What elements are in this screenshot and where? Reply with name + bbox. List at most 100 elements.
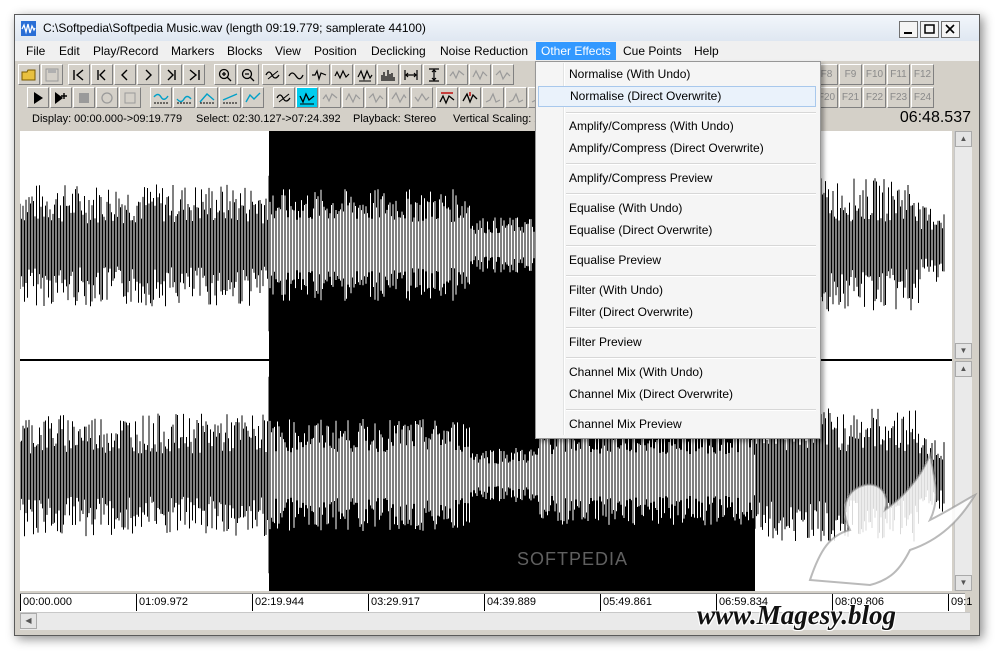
- step-back-big-button[interactable]: [91, 64, 113, 85]
- disabled-tool-3-button[interactable]: [492, 64, 514, 85]
- scrub-button[interactable]: [273, 87, 295, 108]
- fade-in-button[interactable]: [150, 87, 172, 108]
- menu-position[interactable]: Position: [309, 42, 362, 60]
- wave-disabled-5-icon: [345, 92, 361, 104]
- disabled-tool-1-button[interactable]: [446, 64, 468, 85]
- disabled-tool-7-button[interactable]: [388, 87, 410, 108]
- go-end-button[interactable]: [183, 64, 205, 85]
- vertical-fit-button[interactable]: [423, 64, 445, 85]
- scroll-left-button[interactable]: ◀: [20, 613, 37, 629]
- active-tool-button[interactable]: [296, 87, 318, 108]
- mark-click-icon: [462, 92, 478, 104]
- time-label: 09:1: [951, 596, 973, 608]
- spectrum-button[interactable]: [377, 64, 399, 85]
- disabled-tool-9-button[interactable]: [482, 87, 504, 108]
- go-start-button[interactable]: [68, 64, 90, 85]
- play-button[interactable]: [27, 87, 49, 108]
- marker-tool-2-button[interactable]: [331, 64, 353, 85]
- menu-other-effects[interactable]: Other Effects: [536, 42, 616, 60]
- step-forward-big-button[interactable]: [160, 64, 182, 85]
- disabled-tool-8-button[interactable]: [411, 87, 433, 108]
- menu-cue-points[interactable]: Cue Points: [618, 42, 687, 60]
- fkey-f9[interactable]: F9: [839, 64, 862, 85]
- fkey-f21[interactable]: F21: [839, 87, 862, 108]
- crossfade-button[interactable]: [196, 87, 218, 108]
- time-label: 02:19.944: [255, 596, 304, 608]
- fkey-f10[interactable]: F10: [863, 64, 886, 85]
- record-button[interactable]: [96, 87, 118, 108]
- mark-click-button[interactable]: [459, 87, 481, 108]
- menu-view[interactable]: View: [270, 42, 306, 60]
- fade-wave-icon: [153, 93, 169, 104]
- menu-noise-reduction[interactable]: Noise Reduction: [435, 42, 533, 60]
- marker-tool-button[interactable]: [308, 64, 330, 85]
- open-file-button[interactable]: [18, 64, 40, 85]
- menu-channel-mix-preview[interactable]: Channel Mix Preview: [538, 414, 816, 435]
- menu-normalise-overwrite[interactable]: Normalise (Direct Overwrite): [538, 86, 816, 107]
- scroll-up-button[interactable]: ▲: [955, 131, 972, 147]
- zoom-out-button[interactable]: [237, 64, 259, 85]
- ramp-icon: [222, 93, 238, 104]
- menu-equalise-overwrite[interactable]: Equalise (Direct Overwrite): [538, 220, 816, 241]
- menu-channel-mix-overwrite[interactable]: Channel Mix (Direct Overwrite): [538, 384, 816, 405]
- loop-button[interactable]: [119, 87, 141, 108]
- fkey-f12[interactable]: F12: [911, 64, 934, 85]
- minimize-button[interactable]: [899, 21, 918, 38]
- time-label: 01:09.972: [139, 596, 188, 608]
- scrub-wave-icon: [276, 93, 291, 103]
- menu-amplify-undo[interactable]: Amplify/Compress (With Undo): [538, 116, 816, 137]
- wave-marker-2-icon: [334, 69, 350, 80]
- time-label: 03:29.917: [371, 596, 420, 608]
- menu-play-record[interactable]: Play/Record: [88, 42, 163, 60]
- menu-filter-preview[interactable]: Filter Preview: [538, 332, 816, 353]
- title-bar[interactable]: C:\Softpedia\Softpedia Music.wav (length…: [15, 15, 979, 42]
- disabled-tool-10-button[interactable]: [505, 87, 527, 108]
- maximize-button[interactable]: [920, 21, 939, 38]
- disabled-tool-6-button[interactable]: [365, 87, 387, 108]
- menu-equalise-preview[interactable]: Equalise Preview: [538, 250, 816, 271]
- menu-filter-undo[interactable]: Filter (With Undo): [538, 280, 816, 301]
- menu-amplify-preview[interactable]: Amplify/Compress Preview: [538, 168, 816, 189]
- wave-disabled-6-icon: [368, 92, 384, 104]
- menu-file[interactable]: File: [21, 42, 50, 60]
- square-outline-icon: [124, 92, 136, 104]
- menu-amplify-overwrite[interactable]: Amplify/Compress (Direct Overwrite): [538, 138, 816, 159]
- menu-declicking[interactable]: Declicking: [366, 42, 431, 60]
- play-from-button[interactable]: [50, 87, 72, 108]
- step-back-button[interactable]: [114, 64, 136, 85]
- close-button[interactable]: [941, 21, 960, 38]
- menu-blocks[interactable]: Blocks: [222, 42, 267, 60]
- menu-equalise-undo[interactable]: Equalise (With Undo): [538, 198, 816, 219]
- menu-help[interactable]: Help: [689, 42, 724, 60]
- step-forward-bar-icon: [167, 69, 176, 81]
- scroll-up-button-2[interactable]: ▲: [955, 361, 972, 377]
- menu-bar: File Edit Play/Record Markers Blocks Vie…: [15, 41, 979, 61]
- zoom-wave-button[interactable]: [262, 64, 284, 85]
- step-forward-button[interactable]: [137, 64, 159, 85]
- menu-channel-mix-undo[interactable]: Channel Mix (With Undo): [538, 362, 816, 383]
- save-file-button[interactable]: [41, 64, 63, 85]
- fkey-f22[interactable]: F22: [863, 87, 886, 108]
- fkey-f11[interactable]: F11: [887, 64, 910, 85]
- other-effects-menu: Normalise (With Undo) Normalise (Direct …: [535, 61, 821, 439]
- menu-normalise-undo[interactable]: Normalise (With Undo): [538, 64, 816, 85]
- menu-filter-overwrite[interactable]: Filter (Direct Overwrite): [538, 302, 816, 323]
- block-tool-button[interactable]: [354, 64, 376, 85]
- vertical-scrollbar-top[interactable]: ▲ ▼: [954, 131, 972, 359]
- fade-out-button[interactable]: [173, 87, 195, 108]
- envelope-button[interactable]: [242, 87, 264, 108]
- menu-markers[interactable]: Markers: [166, 42, 219, 60]
- disabled-tool-4-button[interactable]: [319, 87, 341, 108]
- menu-edit[interactable]: Edit: [54, 42, 85, 60]
- zoom-in-button[interactable]: [214, 64, 236, 85]
- scroll-down-button[interactable]: ▼: [955, 343, 972, 359]
- disabled-tool-2-button[interactable]: [469, 64, 491, 85]
- stop-button[interactable]: [73, 87, 95, 108]
- view-wave-button[interactable]: [285, 64, 307, 85]
- ramp-button[interactable]: [219, 87, 241, 108]
- fkey-f24[interactable]: F24: [911, 87, 934, 108]
- disabled-tool-5-button[interactable]: [342, 87, 364, 108]
- declick-tool-button[interactable]: [436, 87, 458, 108]
- fkey-f23[interactable]: F23: [887, 87, 910, 108]
- horizontal-fit-button[interactable]: [400, 64, 422, 85]
